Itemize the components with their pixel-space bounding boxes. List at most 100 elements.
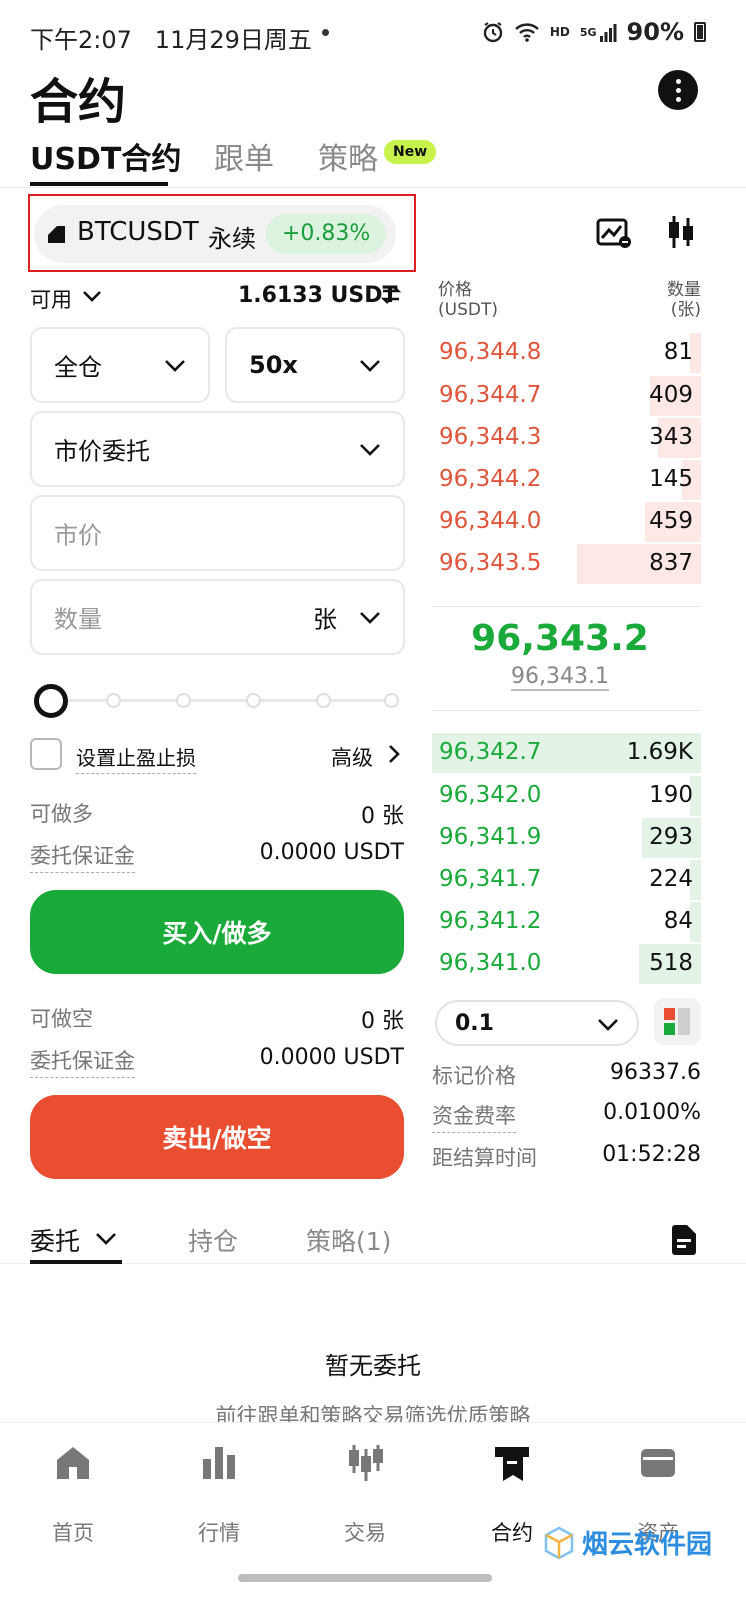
status-date: 11月29日周五 bbox=[154, 26, 312, 54]
quantity-unit-select[interactable]: 张 bbox=[313, 600, 337, 635]
hd-indicator: HD bbox=[549, 25, 570, 39]
bid-qty: 190 bbox=[649, 782, 693, 808]
ask-row[interactable]: 96,344.0 459 bbox=[432, 502, 701, 542]
slider-stop[interactable] bbox=[316, 693, 331, 708]
watermark-logo-icon bbox=[544, 1526, 574, 1559]
ask-qty: 81 bbox=[663, 339, 693, 365]
slider-track bbox=[50, 699, 398, 702]
bid-row[interactable]: 96,341.0 518 bbox=[432, 944, 701, 984]
margin-mode-value: 全仓 bbox=[54, 353, 102, 382]
symbol-selector[interactable]: BTCUSDT 永续 +0.83% bbox=[34, 205, 396, 263]
exchange-logo-icon bbox=[48, 226, 65, 243]
slider-stop[interactable] bbox=[176, 693, 191, 708]
nav-label: 首页 bbox=[52, 1521, 94, 1545]
max-long-value: 0 张 bbox=[361, 804, 404, 829]
bid-row[interactable]: 96,341.2 84 bbox=[432, 902, 701, 942]
price-input[interactable]: 市价 bbox=[30, 495, 405, 571]
nav-home[interactable]: 首页 bbox=[23, 1443, 123, 1553]
tp-sl-label[interactable]: 设置止盈止损 bbox=[76, 742, 196, 774]
buy-long-button[interactable]: 买入/做多 bbox=[30, 890, 404, 974]
symbol-type: 永续 bbox=[208, 225, 256, 253]
tab-positions[interactable]: 持仓 bbox=[188, 1222, 238, 1258]
available-label[interactable]: 可用 bbox=[30, 284, 72, 314]
order-type-select[interactable]: 市价委托 bbox=[30, 411, 405, 487]
bid-price: 96,341.2 bbox=[439, 908, 542, 934]
tab-strategies[interactable]: 策略(1) bbox=[306, 1222, 391, 1258]
orderbook-layout-toggle[interactable] bbox=[654, 998, 701, 1045]
bid-qty: 518 bbox=[649, 950, 693, 976]
candlestick-icon[interactable] bbox=[666, 214, 696, 250]
bid-row[interactable]: 96,342.7 1.69K bbox=[432, 733, 701, 773]
slider-handle[interactable] bbox=[34, 684, 68, 718]
nav-markets[interactable]: 行情 bbox=[169, 1443, 269, 1553]
watermark: 烟云软件园 bbox=[542, 1524, 712, 1561]
more-options-button[interactable] bbox=[658, 70, 698, 110]
advanced-link[interactable]: 高级 bbox=[331, 742, 373, 772]
battery-percent: 90% bbox=[626, 18, 684, 46]
chevron-down-icon[interactable] bbox=[94, 1226, 118, 1250]
bid-row[interactable]: 96,342.0 190 bbox=[432, 776, 701, 816]
nav-label: 交易 bbox=[344, 1521, 386, 1545]
chevron-down-icon[interactable] bbox=[357, 604, 383, 630]
bid-qty: 1.69K bbox=[626, 739, 693, 765]
contract-icon bbox=[495, 1447, 529, 1481]
tab-usdt-futures[interactable]: USDT合约 bbox=[30, 134, 181, 178]
ask-row[interactable]: 96,344.8 81 bbox=[432, 333, 701, 373]
mark-price-label: 标记价格 bbox=[432, 1064, 516, 1088]
price-placeholder: 市价 bbox=[54, 521, 102, 550]
home-indicator[interactable] bbox=[238, 1574, 492, 1582]
chart-icon[interactable] bbox=[596, 218, 632, 248]
tab-open-orders[interactable]: 委托 bbox=[30, 1222, 80, 1258]
bid-price: 96,341.7 bbox=[439, 866, 542, 892]
nav-trade[interactable]: 交易 bbox=[315, 1443, 415, 1553]
slider-stop[interactable] bbox=[106, 693, 121, 708]
active-tab-indicator bbox=[30, 1260, 122, 1264]
ask-row[interactable]: 96,344.2 145 bbox=[432, 460, 701, 500]
ask-row[interactable]: 96,343.5 837 bbox=[432, 544, 701, 584]
battery-icon bbox=[694, 22, 706, 42]
bid-row[interactable]: 96,341.7 224 bbox=[432, 860, 701, 900]
network-5g: 5G bbox=[579, 25, 597, 39]
home-icon bbox=[57, 1447, 89, 1479]
tab-strategy[interactable]: 策略 bbox=[318, 134, 378, 178]
bid-price: 96,342.7 bbox=[439, 739, 542, 765]
quantity-slider[interactable] bbox=[34, 684, 402, 718]
more-vertical-icon bbox=[675, 78, 681, 84]
chevron-down-icon bbox=[357, 436, 383, 462]
ask-row[interactable]: 96,344.3 343 bbox=[432, 418, 701, 458]
leverage-select[interactable]: 50x bbox=[225, 327, 405, 403]
orderbook-divider bbox=[432, 710, 701, 711]
signal-icon: 5G bbox=[580, 22, 617, 42]
funding-rate-label: 资金费率 bbox=[432, 1100, 516, 1133]
ask-price: 96,344.3 bbox=[439, 424, 542, 450]
ask-qty: 837 bbox=[649, 550, 693, 576]
short-margin-value: 0.0000 USDT bbox=[259, 1045, 404, 1070]
orderbook-layout-icon bbox=[664, 1008, 690, 1035]
depth-step-select[interactable]: 0.1 bbox=[435, 1000, 639, 1046]
watermark-text: 烟云软件园 bbox=[582, 1530, 713, 1560]
new-badge: New bbox=[384, 140, 437, 164]
sell-short-button[interactable]: 卖出/做空 bbox=[30, 1095, 404, 1179]
document-icon[interactable] bbox=[670, 1224, 698, 1256]
chevron-right-icon[interactable] bbox=[384, 743, 404, 765]
ask-qty: 343 bbox=[649, 424, 693, 450]
margin-mode-select[interactable]: 全仓 bbox=[30, 327, 210, 403]
depth-step-value: 0.1 bbox=[455, 1011, 494, 1036]
transfer-icon[interactable] bbox=[380, 284, 402, 306]
quantity-input[interactable]: 数量 张 bbox=[30, 579, 405, 655]
bid-qty: 293 bbox=[649, 824, 693, 850]
tab-copy-trading[interactable]: 跟单 bbox=[214, 134, 274, 178]
slider-stop[interactable] bbox=[384, 693, 399, 708]
last-price: 96,343.2 bbox=[471, 618, 649, 659]
top-tabs: USDT合约 跟单 策略 New bbox=[0, 128, 746, 188]
orderbook-price-header: 价格 (USDT) bbox=[438, 280, 498, 320]
slider-stop[interactable] bbox=[246, 693, 261, 708]
long-margin-value: 0.0000 USDT bbox=[259, 840, 404, 865]
tp-sl-checkbox[interactable] bbox=[30, 738, 62, 770]
bid-price: 96,341.0 bbox=[439, 950, 542, 976]
chevron-down-icon[interactable] bbox=[80, 284, 104, 308]
chevron-down-icon bbox=[162, 352, 188, 378]
bid-row[interactable]: 96,341.9 293 bbox=[432, 818, 701, 858]
ask-row[interactable]: 96,344.7 409 bbox=[432, 376, 701, 416]
page-title: 合约 bbox=[30, 74, 127, 130]
